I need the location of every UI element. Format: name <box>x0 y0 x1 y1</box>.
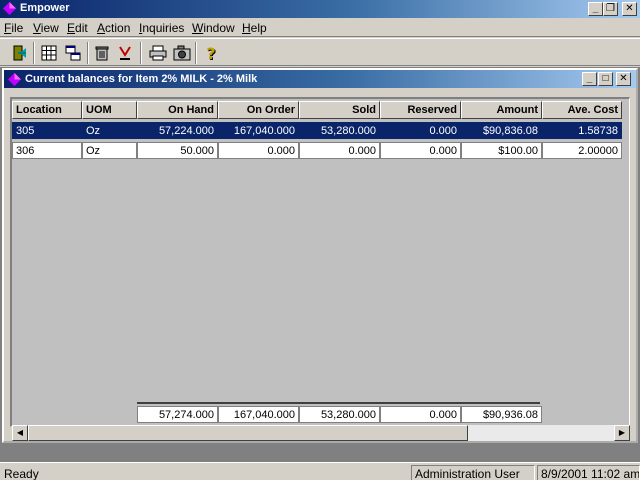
maximize-icon: □ <box>602 73 609 84</box>
toolbar-separator <box>87 42 89 64</box>
close-button[interactable]: ✕ <box>622 2 637 16</box>
totals-divider <box>137 402 540 404</box>
total-sold: 53,280.000 <box>299 406 380 423</box>
column-header-location[interactable]: Location <box>12 101 82 119</box>
delete-button[interactable] <box>91 42 113 64</box>
status-datetime: 8/9/2001 11:02 am <box>537 465 640 480</box>
menu-file[interactable]: File <box>4 21 23 35</box>
table-cell-on-hand[interactable]: 57,224.000 <box>137 122 218 139</box>
toolbar: ? <box>0 38 640 66</box>
scroll-right-button[interactable]: ▶ <box>614 425 630 441</box>
child-minimize-button[interactable]: _ <box>582 72 597 86</box>
table-cell-uom[interactable]: Oz <box>82 122 137 139</box>
cascade-windows-icon <box>65 45 81 61</box>
table-cell-ave-cost[interactable]: 2.00000 <box>542 142 622 159</box>
table-cell-ave-cost[interactable]: 1.58738 <box>542 122 622 139</box>
menu-bar: File View Edit Action Inquiries Window H… <box>0 18 640 37</box>
minimize-icon: _ <box>586 73 593 84</box>
app-title: Empower <box>20 2 70 14</box>
camera-icon <box>173 45 191 61</box>
menu-edit[interactable]: Edit <box>67 21 88 35</box>
column-header-on-hand[interactable]: On Hand <box>137 101 218 119</box>
grid-view-button[interactable] <box>38 42 60 64</box>
minimize-button[interactable]: _ <box>588 2 603 16</box>
restore-button[interactable]: ❐ <box>603 2 618 16</box>
balances-window-title: Current balances for Item 2% MILK - 2% M… <box>25 73 258 85</box>
print-button[interactable] <box>147 42 169 64</box>
total-on-hand: 57,274.000 <box>137 406 218 423</box>
arrow-left-icon: ◀ <box>16 428 24 437</box>
status-user: Administration User <box>411 465 535 480</box>
camera-button[interactable] <box>171 42 193 64</box>
column-header-reserved[interactable]: Reserved <box>380 101 461 119</box>
sort-icon <box>119 46 131 60</box>
print-icon <box>149 45 167 61</box>
child-maximize-button[interactable]: □ <box>598 72 613 86</box>
child-close-button[interactable]: ✕ <box>616 72 631 86</box>
menu-window[interactable]: Window <box>192 21 235 35</box>
balances-grid: Location UOM On Hand On Order Sold Reser… <box>10 97 630 427</box>
table-cell-reserved[interactable]: 0.000 <box>380 122 461 139</box>
table-cell-amount[interactable]: $100.00 <box>461 142 542 159</box>
status-bar: Ready Administration User 8/9/2001 11:02… <box>0 462 640 480</box>
app-diamond-icon <box>3 2 16 15</box>
table-cell-uom[interactable]: Oz <box>82 142 137 159</box>
column-header-ave-cost[interactable]: Ave. Cost <box>542 101 622 119</box>
column-header-sold[interactable]: Sold <box>299 101 380 119</box>
scroll-left-button[interactable]: ◀ <box>12 425 28 441</box>
table-cell-amount[interactable]: $90,836.08 <box>461 122 542 139</box>
toolbar-separator <box>140 42 142 64</box>
column-header-uom[interactable]: UOM <box>82 101 137 119</box>
status-text: Ready <box>4 467 39 480</box>
arrow-right-icon: ▶ <box>618 428 626 437</box>
toolbar-separator <box>33 42 35 64</box>
table-cell-location[interactable]: 305 <box>12 122 82 139</box>
table-cell-sold[interactable]: 53,280.000 <box>299 122 380 139</box>
grid-view-icon <box>41 45 57 61</box>
exit-button[interactable] <box>8 42 30 64</box>
table-cell-reserved[interactable]: 0.000 <box>380 142 461 159</box>
close-icon: ✕ <box>619 73 628 84</box>
app-titlebar[interactable]: Empower _ ❐ ✕ <box>0 0 640 18</box>
total-on-order: 167,040.000 <box>218 406 299 423</box>
table-cell-on-order[interactable]: 0.000 <box>218 142 299 159</box>
table-cell-on-hand[interactable]: 50.000 <box>137 142 218 159</box>
menu-help[interactable]: Help <box>242 21 267 35</box>
cascade-windows-button[interactable] <box>62 42 84 64</box>
table-cell-location[interactable]: 306 <box>12 142 82 159</box>
menu-inquiries[interactable]: Inquiries <box>139 21 184 35</box>
table-cell-on-order[interactable]: 167,040.000 <box>218 122 299 139</box>
scroll-thumb[interactable] <box>28 425 468 441</box>
restore-icon: ❐ <box>606 3 615 14</box>
help-button[interactable]: ? <box>200 42 222 64</box>
balances-window-titlebar[interactable]: Current balances for Item 2% MILK - 2% M… <box>4 70 636 88</box>
toolbar-separator <box>195 42 197 64</box>
sort-button[interactable] <box>114 42 136 64</box>
help-icon: ? <box>206 43 216 63</box>
column-header-on-order[interactable]: On Order <box>218 101 299 119</box>
window-diamond-icon <box>8 73 21 86</box>
minimize-icon: _ <box>592 3 599 14</box>
total-reserved: 0.000 <box>380 406 461 423</box>
menu-action[interactable]: Action <box>97 21 130 35</box>
horizontal-scrollbar[interactable]: ◀ ▶ <box>12 425 630 441</box>
close-icon: ✕ <box>625 3 634 14</box>
trash-icon <box>95 46 109 61</box>
table-cell-sold[interactable]: 0.000 <box>299 142 380 159</box>
column-header-amount[interactable]: Amount <box>461 101 542 119</box>
exit-door-icon <box>13 45 26 61</box>
total-amount: $90,936.08 <box>461 406 542 423</box>
menu-view[interactable]: View <box>33 21 59 35</box>
